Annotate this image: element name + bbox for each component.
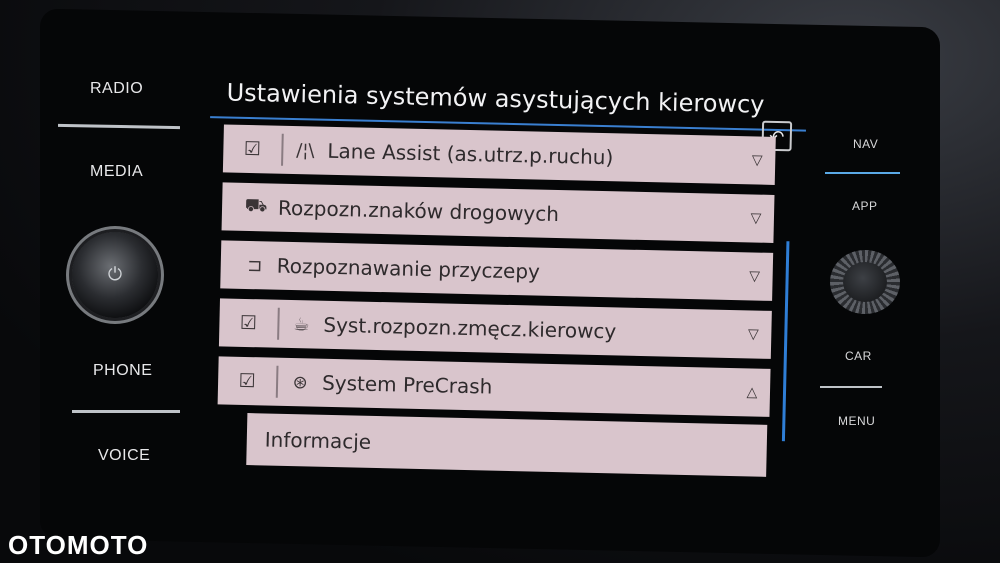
- list-item-label: Lane Assist (as.utrz.p.ruchu): [327, 138, 614, 170]
- list-item-trailer-recognition[interactable]: ⊐ Rozpoznawanie przyczepy ▽: [220, 240, 774, 301]
- scrollbar[interactable]: [781, 241, 790, 442]
- checkbox-checked-icon[interactable]: ☑: [219, 311, 277, 334]
- list-item-lane-assist[interactable]: ☑ /¦\ Lane Assist (as.utrz.p.ruchu) ▽: [222, 124, 776, 185]
- list-item-traffic-sign-recognition[interactable]: ⛟ Rozpozn.znaków drogowych ▽: [221, 182, 775, 243]
- trailer-icon: ⊐: [246, 254, 263, 276]
- power-volume-knob[interactable]: ⏻: [72, 232, 158, 318]
- nav-indicator-line: [825, 172, 900, 174]
- phone-indicator-line: [72, 410, 180, 413]
- list-item-label: Rozpozn.znaków drogowych: [277, 195, 560, 227]
- list-item-label: Informacje: [264, 427, 372, 454]
- chevron-down-icon[interactable]: ▽: [738, 210, 774, 227]
- list-item-fatigue-detection[interactable]: ☑ ☕ Syst.rozpozn.zmęcz.kierowcy ▽: [218, 298, 772, 359]
- coffee-cup-icon: ☕: [293, 313, 310, 335]
- phone-button[interactable]: PHONE: [93, 362, 152, 380]
- list-item-label: System PreCrash: [321, 370, 493, 399]
- car-button[interactable]: CAR: [845, 349, 872, 363]
- media-button[interactable]: MEDIA: [90, 163, 143, 181]
- watermark-logo: OTOMOTO: [8, 530, 149, 560]
- nav-button[interactable]: NAV: [853, 137, 878, 151]
- voice-button[interactable]: VOICE: [98, 447, 150, 465]
- chevron-down-icon[interactable]: ▽: [736, 268, 772, 285]
- chevron-up-icon[interactable]: △: [734, 384, 770, 401]
- checkbox-checked-icon[interactable]: ☑: [223, 137, 281, 160]
- traffic-sign-recognition-icon: ⛟: [244, 194, 268, 217]
- list-item-label: Syst.rozpozn.zmęcz.kierowcy: [323, 312, 617, 344]
- radio-button[interactable]: RADIO: [90, 80, 143, 98]
- precrash-icon: ⊛: [292, 371, 308, 393]
- list-item-label: Rozpoznawanie przyczepy: [276, 253, 541, 284]
- menu-button[interactable]: MENU: [838, 414, 875, 428]
- chevron-down-icon[interactable]: ▽: [735, 326, 771, 343]
- checkbox-checked-icon[interactable]: ☑: [218, 369, 276, 392]
- infotainment-screen: Ustawienia systemów asystujących kierowc…: [196, 78, 806, 492]
- tune-scroll-knob[interactable]: [830, 250, 900, 314]
- app-button[interactable]: APP: [852, 199, 878, 213]
- list-item-info[interactable]: Informacje: [246, 413, 768, 477]
- chevron-down-icon[interactable]: ▽: [739, 152, 775, 169]
- list-item-precrash[interactable]: ☑ ⊛ System PreCrash △: [217, 356, 771, 417]
- power-icon: ⏻: [107, 264, 123, 285]
- car-indicator-line: [820, 386, 882, 388]
- lane-assist-icon: /¦\: [296, 139, 315, 161]
